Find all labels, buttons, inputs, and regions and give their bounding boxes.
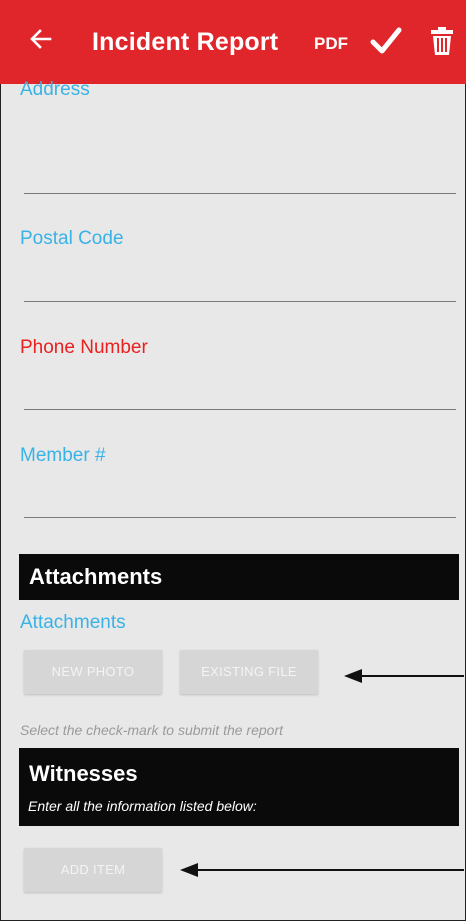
arrow-shaft xyxy=(194,869,464,871)
address-input[interactable] xyxy=(24,193,456,194)
postal-code-input[interactable] xyxy=(24,301,456,302)
arrow-annotation-witnesses xyxy=(180,863,464,877)
arrow-annotation-attachments xyxy=(344,669,464,683)
arrow-shaft xyxy=(358,675,464,677)
attachments-label: Attachments xyxy=(20,612,126,633)
phone-number-input[interactable] xyxy=(24,409,456,410)
app-bar: Incident Report PDF xyxy=(0,0,466,84)
page-title: Incident Report xyxy=(92,28,279,56)
witnesses-subtitle: Enter all the information listed below: xyxy=(28,798,257,814)
member-number-label: Member # xyxy=(20,445,106,466)
arrow-left-icon[interactable] xyxy=(28,26,54,52)
existing-file-button[interactable]: EXISTING FILE xyxy=(180,650,318,694)
attachments-section-header: Attachments xyxy=(19,554,459,600)
witnesses-section-title: Witnesses xyxy=(29,761,138,786)
new-photo-button[interactable]: NEW PHOTO xyxy=(24,650,162,694)
trash-icon[interactable] xyxy=(430,26,454,56)
phone-number-label: Phone Number xyxy=(20,337,148,358)
attachments-section-title: Attachments xyxy=(29,564,163,589)
add-item-button[interactable]: ADD ITEM xyxy=(24,848,162,892)
postal-code-label: Postal Code xyxy=(20,228,124,249)
member-number-input[interactable] xyxy=(24,517,456,518)
address-label: Address xyxy=(20,79,90,100)
submit-hint: Select the check-mark to submit the repo… xyxy=(20,722,283,738)
witnesses-section-header: Witnesses Enter all the information list… xyxy=(19,748,459,826)
pdf-button[interactable]: PDF xyxy=(314,34,348,54)
checkmark-icon[interactable] xyxy=(370,26,402,56)
